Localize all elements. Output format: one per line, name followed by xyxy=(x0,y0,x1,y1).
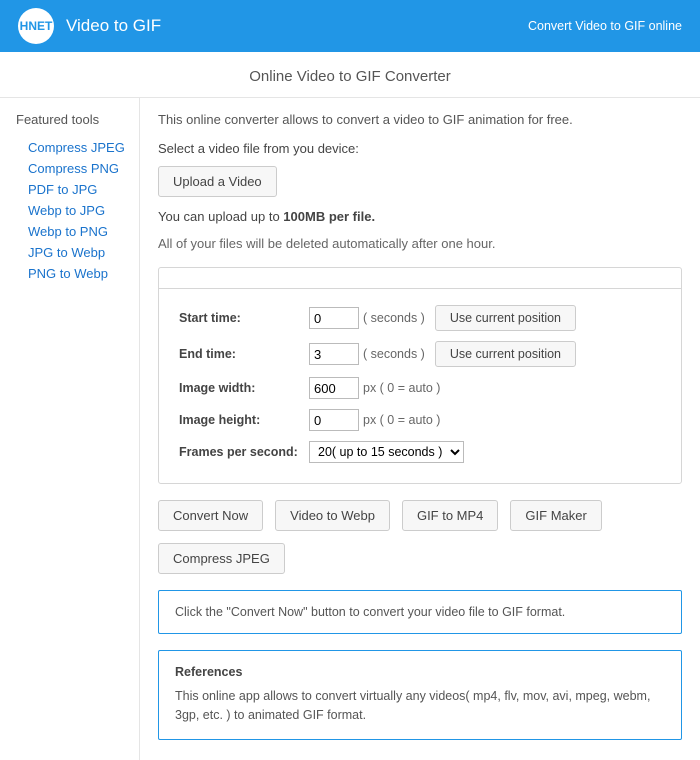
hint-box: Click the "Convert Now" button to conver… xyxy=(158,590,682,634)
upload-note-limit: 100MB per file. xyxy=(283,209,375,224)
select-file-label: Select a video file from you device: xyxy=(158,141,682,156)
end-time-unit: ( seconds ) xyxy=(363,347,425,361)
sidebar-heading: Featured tools xyxy=(16,112,139,127)
fps-select[interactable]: 20( up to 15 seconds ) xyxy=(309,441,464,463)
header-link-convert[interactable]: Convert Video to GIF online xyxy=(528,19,682,33)
convert-now-button[interactable]: Convert Now xyxy=(158,500,263,531)
references-title: References xyxy=(175,665,665,679)
gif-maker-button[interactable]: GIF Maker xyxy=(510,500,601,531)
fps-label: Frames per second: xyxy=(179,445,309,459)
settings-panel: Start time: ( seconds ) Use current posi… xyxy=(158,267,682,484)
gif-to-mp4-button[interactable]: GIF to MP4 xyxy=(402,500,498,531)
end-use-current-button[interactable]: Use current position xyxy=(435,341,576,367)
sidebar-item-compress-png[interactable]: Compress PNG xyxy=(16,158,139,179)
panel-spacer xyxy=(159,268,681,288)
sidebar-item-webp-to-png[interactable]: Webp to PNG xyxy=(16,221,139,242)
start-time-label: Start time: xyxy=(179,311,309,325)
row-end-time: End time: ( seconds ) Use current positi… xyxy=(179,341,661,367)
references-box: References This online app allows to con… xyxy=(158,650,682,740)
image-height-label: Image height: xyxy=(179,413,309,427)
end-time-input[interactable] xyxy=(309,343,359,365)
row-image-width: Image width: px ( 0 = auto ) xyxy=(179,377,661,399)
sidebar-item-jpg-to-webp[interactable]: JPG to Webp xyxy=(16,242,139,263)
start-time-input[interactable] xyxy=(309,307,359,329)
image-height-unit: px ( 0 = auto ) xyxy=(363,413,440,427)
app-title: Video to GIF xyxy=(66,16,161,36)
sidebar-item-png-to-webp[interactable]: PNG to Webp xyxy=(16,263,139,284)
row-fps: Frames per second: 20( up to 15 seconds … xyxy=(179,441,661,463)
image-height-input[interactable] xyxy=(309,409,359,431)
page-title: Online Video to GIF Converter xyxy=(0,52,700,97)
sidebar-item-pdf-to-jpg[interactable]: PDF to JPG xyxy=(16,179,139,200)
compress-jpeg-button[interactable]: Compress JPEG xyxy=(158,543,285,574)
sidebar: Featured tools Compress JPEG Compress PN… xyxy=(0,98,140,760)
header: HNET Video to GIF Convert Video to GIF o… xyxy=(0,0,700,52)
upload-note: You can upload up to 100MB per file. xyxy=(158,209,682,224)
image-width-label: Image width: xyxy=(179,381,309,395)
sidebar-item-webp-to-jpg[interactable]: Webp to JPG xyxy=(16,200,139,221)
header-left: HNET Video to GIF xyxy=(18,8,161,44)
panel-body: Start time: ( seconds ) Use current posi… xyxy=(159,288,681,483)
start-use-current-button[interactable]: Use current position xyxy=(435,305,576,331)
image-width-input[interactable] xyxy=(309,377,359,399)
references-body: This online app allows to convert virtua… xyxy=(175,687,665,725)
main: This online converter allows to convert … xyxy=(140,98,700,760)
hint-text: Click the "Convert Now" button to conver… xyxy=(175,605,565,619)
action-row: Convert Now Video to Webp GIF to MP4 GIF… xyxy=(158,500,682,574)
intro-text: This online converter allows to convert … xyxy=(158,112,682,127)
upload-video-button[interactable]: Upload a Video xyxy=(158,166,277,197)
start-time-unit: ( seconds ) xyxy=(363,311,425,325)
logo: HNET xyxy=(18,8,54,44)
row-start-time: Start time: ( seconds ) Use current posi… xyxy=(179,305,661,331)
video-to-webp-button[interactable]: Video to Webp xyxy=(275,500,390,531)
sidebar-item-compress-jpeg[interactable]: Compress JPEG xyxy=(16,137,139,158)
end-time-label: End time: xyxy=(179,347,309,361)
content: Featured tools Compress JPEG Compress PN… xyxy=(0,97,700,760)
upload-note-prefix: You can upload up to xyxy=(158,209,283,224)
delete-note: All of your files will be deleted automa… xyxy=(158,236,682,251)
row-image-height: Image height: px ( 0 = auto ) xyxy=(179,409,661,431)
image-width-unit: px ( 0 = auto ) xyxy=(363,381,440,395)
